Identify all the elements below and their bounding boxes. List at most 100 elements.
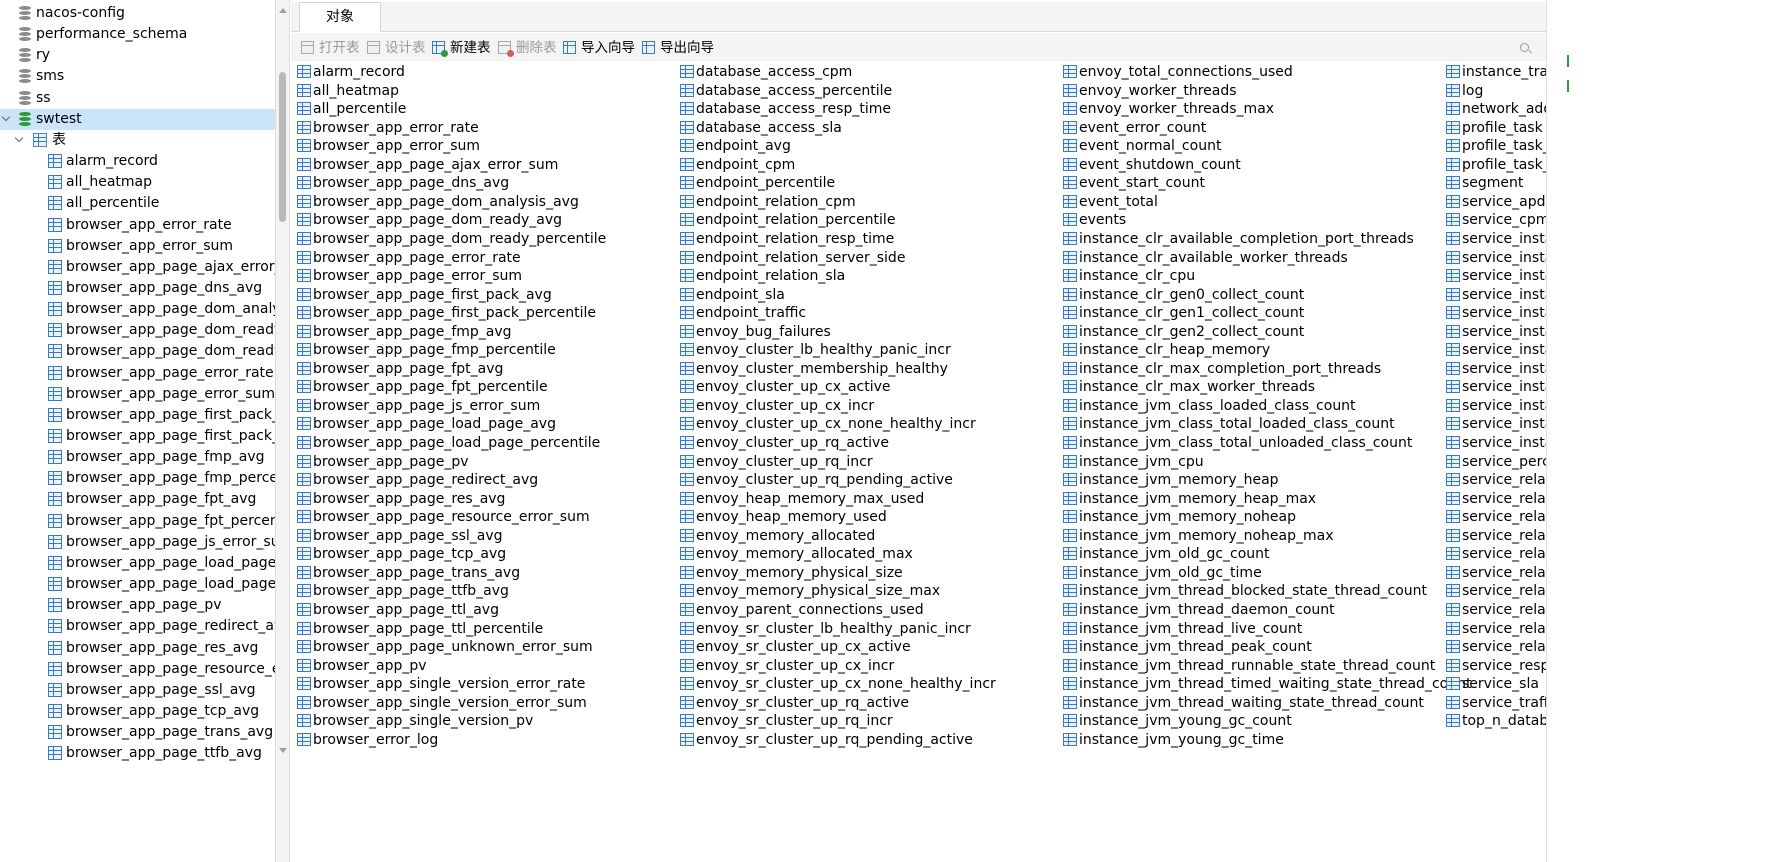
tree-table-item[interactable]: browser_app_page_load_page_p <box>0 574 275 595</box>
object-name: browser_app_page_ttfb_avg <box>313 583 509 600</box>
object-item[interactable]: service_instar <box>1440 286 1546 304</box>
tree-table-item[interactable]: browser_app_page_first_pack_pe <box>0 426 275 447</box>
tree-table-item[interactable]: browser_app_page_trans_avg <box>0 722 275 743</box>
tree-table-item[interactable]: browser_app_page_tcp_avg <box>0 701 275 722</box>
expand-chevron-icon[interactable] <box>15 135 24 144</box>
table-icon <box>680 157 694 171</box>
tree-database-ry[interactable]: ry <box>0 45 275 66</box>
tree-table-item[interactable]: browser_app_page_dom_ready_ <box>0 320 276 341</box>
object-item[interactable]: network_add <box>1440 100 1546 118</box>
object-item[interactable]: service_resp_ <box>1440 657 1546 675</box>
tree-table-item[interactable]: all_heatmap <box>0 172 275 193</box>
tree-tables-label: 表 <box>52 131 66 148</box>
tree-database-ss[interactable]: ss <box>0 88 275 109</box>
object-name: instance_jvm_class_total_unloaded_class_… <box>1079 435 1413 451</box>
tree-table-item[interactable]: browser_app_page_pv <box>0 595 275 616</box>
expand-chevron-icon[interactable] <box>2 114 11 123</box>
table-icon <box>1063 287 1077 301</box>
object-name: envoy_worker_threads <box>1079 82 1237 99</box>
tree-table-label: browser_app_page_pv <box>66 597 222 614</box>
object-item[interactable]: service_instar <box>1440 230 1546 248</box>
object-item[interactable]: service_relati <box>1440 601 1546 619</box>
object-item[interactable]: service_relati <box>1440 582 1546 600</box>
object-item[interactable]: service_perce <box>1440 453 1546 471</box>
object-item[interactable]: service_instar <box>1440 304 1546 322</box>
object-item[interactable]: service_instar <box>1440 360 1546 378</box>
object-item[interactable]: service_cpm <box>1440 211 1546 229</box>
tree-table-item[interactable]: all_percentile <box>0 193 275 214</box>
object-item[interactable]: profile_task <box>1440 119 1546 137</box>
tree-table-item[interactable]: alarm_record <box>0 151 275 172</box>
object-item[interactable]: service_instar <box>1440 378 1546 396</box>
tree-table-item[interactable]: browser_app_page_js_error_sum <box>0 532 275 553</box>
tree-tables-node[interactable]: 表 <box>0 130 275 151</box>
object-item[interactable]: log <box>1440 82 1546 100</box>
tree-table-item[interactable]: browser_app_page_fmp_percent <box>0 468 275 489</box>
tree-database-sms[interactable]: sms <box>0 66 275 87</box>
object-item[interactable]: service_instar <box>1440 267 1546 285</box>
object-item[interactable]: service_instar <box>1440 415 1546 433</box>
object-item[interactable]: top_n_databa <box>1440 712 1546 730</box>
object-item[interactable]: profile_task_s <box>1440 156 1546 174</box>
tree-table-item[interactable]: browser_app_page_error_rate <box>0 363 275 384</box>
object-item[interactable]: service_relati <box>1440 527 1546 545</box>
object-item[interactable]: service_instar <box>1440 397 1546 415</box>
tree-table-item[interactable]: browser_app_page_fpt_percenti <box>0 511 275 532</box>
object-item[interactable]: service_sla <box>1440 675 1546 693</box>
table-icon <box>297 658 311 672</box>
tree-table-item[interactable]: browser_app_page_res_avg <box>0 638 275 659</box>
scroll-up-arrow-icon[interactable] <box>279 8 287 13</box>
tree-table-item[interactable]: browser_app_page_first_pack_av <box>0 405 275 426</box>
object-item[interactable]: service_relati <box>1440 545 1546 563</box>
object-item[interactable]: service_relati <box>1440 564 1546 582</box>
tree-table-item[interactable]: browser_app_page_dom_ready_ <box>0 341 275 362</box>
object-item[interactable]: service_traffi <box>1440 694 1546 712</box>
table-icon <box>1446 343 1460 357</box>
sidebar-scrollbar[interactable] <box>276 0 290 862</box>
tab-objects[interactable]: 对象 <box>299 2 381 32</box>
object-item[interactable]: service_relati <box>1440 471 1546 489</box>
tree-table-label: browser_app_page_dom_ready_ <box>66 322 276 339</box>
tree-table-item[interactable]: browser_app_page_load_page_a <box>0 553 275 574</box>
object-name: browser_app_page_dom_ready_percentile <box>313 230 607 247</box>
tree-database-performance_schema[interactable]: performance_schema <box>0 24 275 45</box>
table-icon <box>680 83 694 97</box>
tree-database-swtest[interactable]: swtest <box>0 108 275 130</box>
tree-table-item[interactable]: browser_app_page_fpt_avg <box>0 489 275 510</box>
object-item[interactable]: service_instar <box>1440 249 1546 267</box>
object-item[interactable]: service_relati <box>1440 508 1546 526</box>
table-icon <box>1446 120 1460 134</box>
object-item[interactable]: service_instar <box>1440 341 1546 359</box>
tree-table-label: browser_app_page_fpt_avg <box>66 491 257 508</box>
object-item[interactable]: service_relati <box>1440 490 1546 508</box>
object-item[interactable]: segment <box>1440 174 1546 192</box>
tree-table-item[interactable]: browser_app_page_ssl_avg <box>0 680 275 701</box>
tree-table-item[interactable]: browser_app_page_redirect_avg <box>0 616 275 637</box>
tree-table-item[interactable]: browser_app_error_sum <box>0 236 275 257</box>
table-icon <box>48 725 62 740</box>
object-item[interactable]: service_relati <box>1440 620 1546 638</box>
object-item[interactable]: instance_traff <box>1440 63 1546 81</box>
table-icon <box>297 231 311 245</box>
table-icon <box>1063 602 1077 616</box>
tree-database-nacos-config[interactable]: nacos-config <box>0 3 275 24</box>
object-item[interactable]: service_instar <box>1440 323 1546 341</box>
table-icon <box>680 565 694 579</box>
tree-table-item[interactable]: browser_app_page_ttfb_avg <box>0 743 275 764</box>
tree-table-item[interactable]: browser_app_page_dns_avg <box>0 278 275 299</box>
tree-table-item[interactable]: browser_app_page_dom_analysi <box>0 299 275 320</box>
object-item[interactable]: service_apde <box>1440 193 1546 211</box>
object-item[interactable]: service_instar <box>1440 434 1546 452</box>
object-item[interactable]: profile_task_l <box>1440 137 1546 155</box>
table-icon <box>680 213 694 227</box>
scroll-down-arrow-icon[interactable] <box>279 748 287 753</box>
tree-table-item[interactable]: browser_app_page_ajax_error_su <box>0 257 275 278</box>
tree-table-item[interactable]: browser_app_page_resource_err <box>0 659 275 680</box>
search-icon[interactable] <box>1520 43 1532 55</box>
tree-table-item[interactable]: browser_app_page_fmp_avg <box>0 447 275 468</box>
tree-table-item[interactable]: browser_app_error_rate <box>0 215 275 236</box>
tree-table-item[interactable]: browser_app_page_error_sum <box>0 384 275 405</box>
scrollbar-thumb[interactable] <box>279 72 286 222</box>
table-icon <box>1446 677 1460 691</box>
object-item[interactable]: service_relati <box>1440 638 1546 656</box>
